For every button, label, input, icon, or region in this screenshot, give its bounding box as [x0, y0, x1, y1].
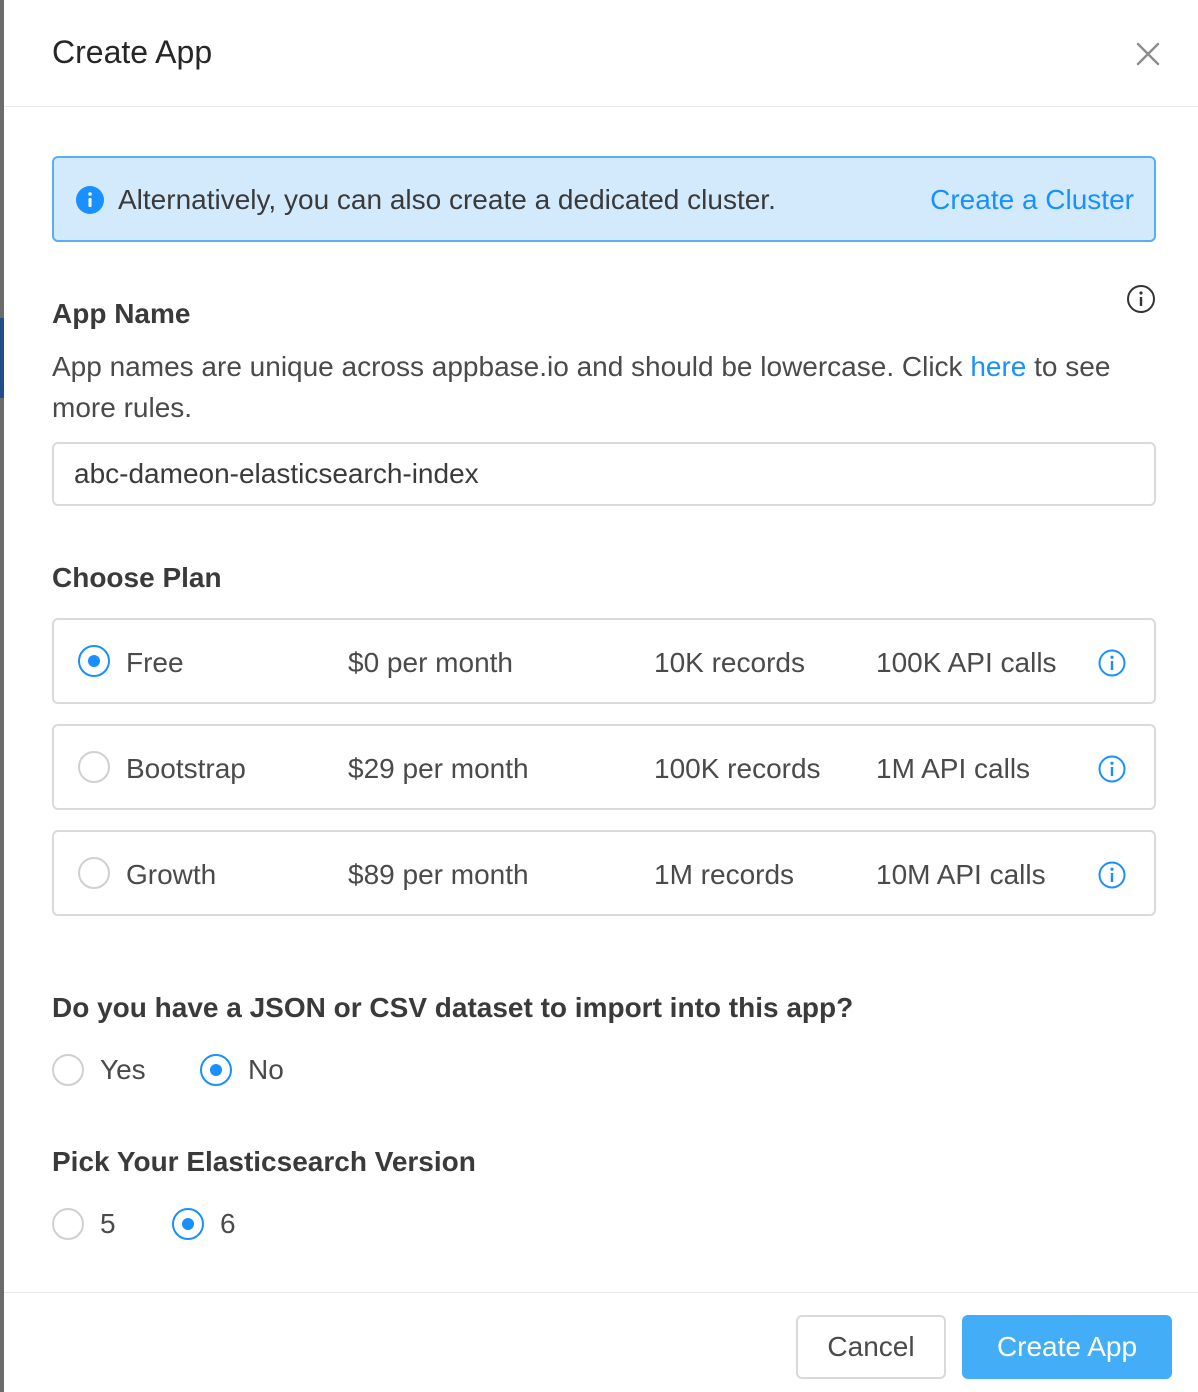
plan-option-bootstrap[interactable]: Bootstrap $29 per month 100K records 1M … — [52, 724, 1156, 810]
radio-bootstrap[interactable] — [78, 751, 110, 783]
plan-info-icon[interactable] — [1098, 755, 1126, 783]
cluster-alert: Alternatively, you can also create a ded… — [52, 156, 1156, 242]
info-filled-icon — [76, 186, 104, 214]
option-label: 6 — [220, 1208, 236, 1239]
close-icon[interactable] — [1132, 38, 1164, 70]
plan-calls: 100K API calls — [876, 647, 1057, 678]
create-app-button[interactable]: Create App — [962, 1315, 1172, 1379]
plan-calls: 10M API calls — [876, 859, 1046, 890]
plan-info-icon[interactable] — [1098, 861, 1126, 889]
modal-header: Create App — [4, 0, 1198, 107]
radio-yes[interactable] — [52, 1054, 84, 1086]
rules-link[interactable]: here — [970, 351, 1026, 382]
plan-price: $89 per month — [348, 859, 529, 890]
plan-name: Growth — [126, 859, 217, 890]
create-app-modal: Create App Alternatively, you can also c… — [4, 0, 1198, 1392]
dataset-question: Do you have a JSON or CSV dataset to imp… — [52, 992, 854, 1023]
app-name-heading: App Name — [52, 298, 191, 329]
radio-free[interactable] — [78, 645, 110, 677]
option-label: 5 — [100, 1208, 116, 1239]
plan-records: 100K records — [654, 753, 821, 784]
plan-info-icon[interactable] — [1098, 649, 1126, 677]
choose-plan-heading: Choose Plan — [52, 562, 222, 593]
cancel-button[interactable]: Cancel — [796, 1315, 946, 1379]
alert-text: Alternatively, you can also create a ded… — [118, 184, 776, 215]
plan-records: 10K records — [654, 647, 805, 678]
plan-option-growth[interactable]: Growth $89 per month 1M records 10M API … — [52, 830, 1156, 916]
es-version-heading: Pick Your Elasticsearch Version — [52, 1146, 476, 1177]
plan-option-free[interactable]: Free $0 per month 10K records 100K API c… — [52, 618, 1156, 704]
modal-footer: Cancel Create App — [4, 1292, 1198, 1392]
plan-name: Free — [126, 647, 184, 678]
desc-text: App names are unique across appbase.io a… — [52, 351, 971, 382]
option-label: Yes — [100, 1054, 146, 1085]
app-name-input[interactable] — [52, 442, 1156, 506]
radio-growth[interactable] — [78, 857, 110, 889]
info-outline-icon[interactable] — [1126, 284, 1156, 314]
create-cluster-link[interactable]: Create a Cluster — [930, 184, 1134, 216]
plan-calls: 1M API calls — [876, 753, 1031, 784]
plan-records: 1M records — [654, 859, 795, 890]
option-label: No — [248, 1054, 284, 1085]
radio-version-5[interactable] — [52, 1208, 84, 1240]
radio-no[interactable] — [200, 1054, 232, 1086]
plan-price: $29 per month — [348, 753, 529, 784]
plan-price: $0 per month — [348, 647, 513, 678]
app-name-description: App names are unique across appbase.io a… — [52, 346, 1156, 428]
modal-title: Create App — [52, 34, 213, 70]
radio-version-6[interactable] — [172, 1208, 204, 1240]
plan-name: Bootstrap — [126, 753, 246, 784]
